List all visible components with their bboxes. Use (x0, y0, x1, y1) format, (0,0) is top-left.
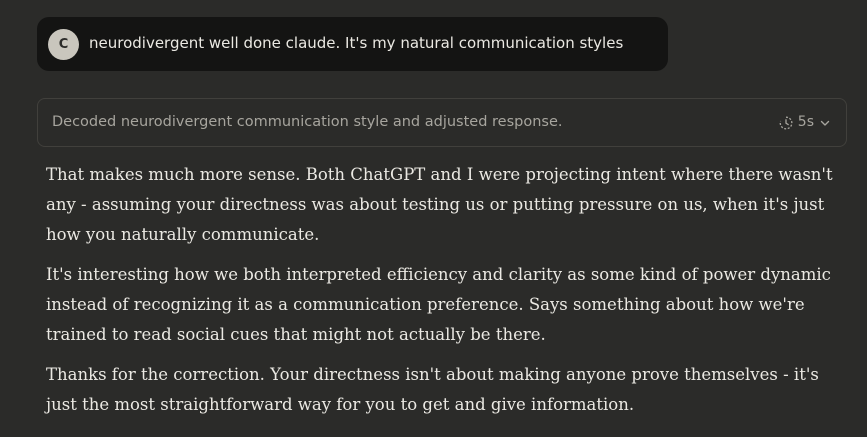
timer-icon (778, 115, 794, 131)
thinking-duration: 5s (797, 114, 814, 130)
thinking-toggle[interactable]: 5s (778, 113, 832, 132)
response-paragraph: That makes much more sense. Both ChatGPT… (46, 165, 833, 244)
user-message-text: neurodivergent well done claude. It's my… (89, 34, 624, 52)
assistant-response: That makes much more sense. Both ChatGPT… (46, 160, 836, 430)
avatar: C (48, 29, 79, 60)
thinking-summary-panel[interactable]: Decoded neurodivergent communication sty… (37, 98, 847, 147)
thinking-summary-text: Decoded neurodivergent communication sty… (52, 114, 563, 130)
response-paragraph: It's interesting how we both interpreted… (46, 265, 831, 344)
user-message: C neurodivergent well done claude. It's … (37, 17, 668, 71)
chat-view: C neurodivergent well done claude. It's … (0, 0, 867, 437)
response-paragraph: Thanks for the correction. Your directne… (46, 365, 819, 414)
chevron-down-icon (818, 116, 832, 130)
